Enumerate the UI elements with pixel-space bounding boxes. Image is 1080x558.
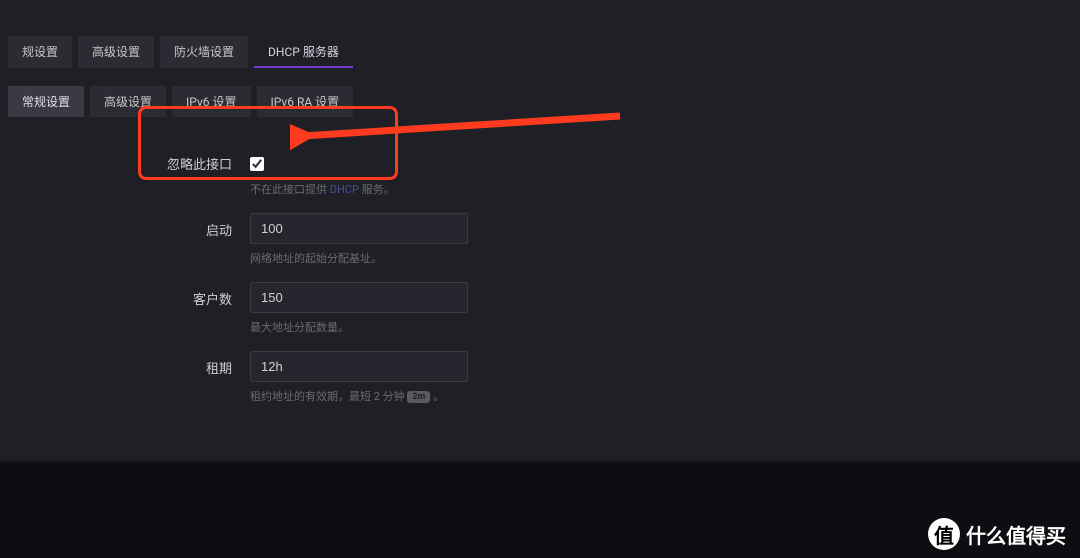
dhcp-form: 忽略此接口 不在此接口提供 DHCP 服务。 启动 网络地址的起始分配基址。 客… xyxy=(0,117,1080,430)
watermark-text: 什么值得买 xyxy=(966,520,1066,549)
input-start[interactable] xyxy=(250,213,468,244)
subtab-ipv6[interactable]: IPv6 设置 xyxy=(172,86,250,117)
tab-firewall[interactable]: 防火墙设置 xyxy=(160,36,248,68)
input-limit[interactable] xyxy=(250,282,468,313)
label-lease: 租期 xyxy=(80,351,250,377)
label-limit: 客户数 xyxy=(80,282,250,308)
dhcp-help-link[interactable]: DHCP xyxy=(330,183,359,196)
lease-min-badge: 2m xyxy=(407,391,430,403)
watermark: 值 什么值得买 xyxy=(928,518,1066,550)
help-ignore-interface: 不在此接口提供 DHCP 服务。 xyxy=(250,181,395,197)
primary-tabs: 规设置 高级设置 防火墙设置 DHCP 服务器 xyxy=(0,0,1080,68)
row-start: 启动 网络地址的起始分配基址。 xyxy=(80,203,1080,266)
tab-basic[interactable]: 规设置 xyxy=(8,36,72,68)
watermark-badge-icon: 值 xyxy=(928,518,960,550)
checkbox-ignore-interface[interactable] xyxy=(250,157,264,171)
subtab-ipv6-ra[interactable]: IPv6 RA 设置 xyxy=(257,86,354,117)
help-limit: 最大地址分配数量。 xyxy=(250,319,468,335)
subtab-advanced[interactable]: 高级设置 xyxy=(90,86,166,117)
input-lease[interactable] xyxy=(250,351,468,382)
row-lease: 租期 租约地址的有效期，最短 2 分钟 2m 。 xyxy=(80,341,1080,404)
page-footer xyxy=(0,462,1080,558)
row-limit: 客户数 最大地址分配数量。 xyxy=(80,272,1080,335)
secondary-tabs: 常规设置 高级设置 IPv6 设置 IPv6 RA 设置 xyxy=(0,68,1080,117)
label-ignore-interface: 忽略此接口 xyxy=(80,147,250,173)
label-start: 启动 xyxy=(80,213,250,239)
help-start: 网络地址的起始分配基址。 xyxy=(250,250,468,266)
settings-panel: 规设置 高级设置 防火墙设置 DHCP 服务器 常规设置 高级设置 IPv6 设… xyxy=(0,0,1080,460)
tab-advanced[interactable]: 高级设置 xyxy=(78,36,154,68)
help-lease: 租约地址的有效期，最短 2 分钟 2m 。 xyxy=(250,388,468,404)
row-ignore-interface: 忽略此接口 不在此接口提供 DHCP 服务。 xyxy=(80,137,1080,197)
subtab-general[interactable]: 常规设置 xyxy=(8,86,84,117)
tab-dhcp-server[interactable]: DHCP 服务器 xyxy=(254,36,353,68)
